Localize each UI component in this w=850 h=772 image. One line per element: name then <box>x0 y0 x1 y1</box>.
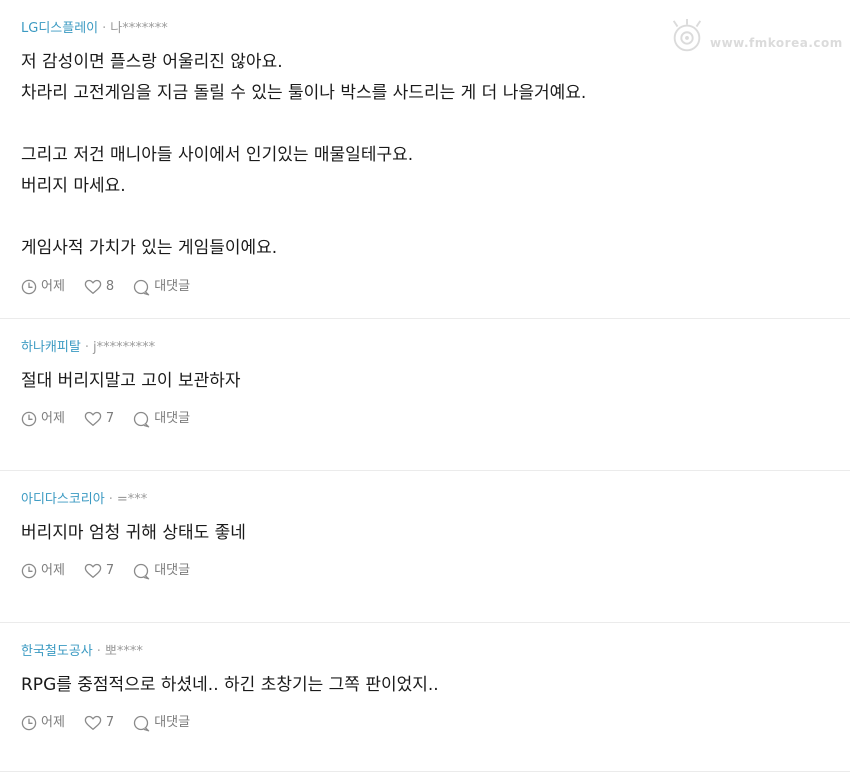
clock-icon <box>21 411 37 427</box>
clock-icon <box>21 279 37 295</box>
comment-actions: 어제 7 대댓글 <box>21 713 829 733</box>
meta-separator: · <box>102 21 107 36</box>
comment-text-line: 그리고 저건 매니아들 사이에서 인기있는 매물일테구요. <box>21 145 414 165</box>
heart-icon <box>84 715 102 730</box>
time-label: 어제 <box>41 279 65 294</box>
like-count: 7 <box>105 715 115 730</box>
comment-item: 하나캐피탈 · j********* 절대 버리지말고 고이 보관하자어제 7 대댓글 <box>0 319 850 471</box>
author-company-link[interactable]: 아디다스코리아 <box>21 492 105 507</box>
speech-bubble-icon <box>134 279 150 295</box>
reply-label: 대댓글 <box>154 715 191 730</box>
author-nickname: 나******* <box>110 21 168 36</box>
comment-body: 절대 버리지말고 고이 보관하자 <box>21 366 829 397</box>
comment-blank-line <box>21 202 829 233</box>
comment-text-line: 게임사적 가치가 있는 게임들이에요. <box>21 238 278 258</box>
author-nickname: 뽀**** <box>104 644 143 659</box>
comment-meta: 아디다스코리아 · =*** <box>21 491 829 509</box>
reply-label: 대댓글 <box>154 411 191 426</box>
heart-icon <box>84 411 102 426</box>
reply-button[interactable]: 대댓글 <box>133 561 190 581</box>
reply-button[interactable]: 대댓글 <box>133 409 190 429</box>
comment-meta: 한국철도공사 · 뽀**** <box>21 643 829 661</box>
like-button[interactable]: 8 <box>84 277 114 297</box>
comment-meta: 하나캐피탈 · j********* <box>21 339 829 357</box>
comment-item: 아디다스코리아 · =*** 버리지마 엄청 귀해 상태도 좋네어제 7 대댓글 <box>0 471 850 623</box>
author-company-link[interactable]: 하나캐피탈 <box>21 340 81 355</box>
author-company-link[interactable]: LG디스플레이 <box>21 21 98 36</box>
meta-separator: · <box>96 644 101 659</box>
comment-time: 어제 <box>21 561 65 581</box>
comment-text-line: 차라리 고전게임을 지금 돌릴 수 있는 툴이나 박스를 사드리는 게 더 나을… <box>21 83 587 103</box>
heart-icon <box>84 563 102 578</box>
comment-text-line: 버리지마 엄청 귀해 상태도 좋네 <box>21 523 246 543</box>
like-button[interactable]: 7 <box>84 713 114 733</box>
heart-icon <box>84 279 102 294</box>
reply-label: 대댓글 <box>154 563 191 578</box>
meta-separator: · <box>84 340 89 355</box>
reply-label: 대댓글 <box>154 279 191 294</box>
like-button[interactable]: 7 <box>84 561 114 581</box>
watermark-text: www.fmkorea.com <box>710 36 843 50</box>
speech-bubble-icon <box>134 411 150 427</box>
author-nickname: =*** <box>116 492 148 507</box>
comment-actions: 어제 7 대댓글 <box>21 561 829 581</box>
clock-icon <box>21 563 37 579</box>
time-label: 어제 <box>41 411 65 426</box>
comment-body: 저 감성이면 플스랑 어울리진 않아요. 차라리 고전게임을 지금 돌릴 수 있는… <box>21 47 829 264</box>
comment-time: 어제 <box>21 277 65 297</box>
speech-bubble-icon <box>134 563 150 579</box>
watermark-logo-icon <box>672 18 702 52</box>
like-button[interactable]: 7 <box>84 409 114 429</box>
like-count: 7 <box>105 411 115 426</box>
comment-item: 한국철도공사 · 뽀**** RPG를 중점적으로 하셨네.. 하긴 초창기는 그쪽 … <box>0 623 850 772</box>
comment-text-line: 절대 버리지말고 고이 보관하자 <box>21 371 241 391</box>
comment-list: LG디스플레이 · 나******* 저 감성이면 플스랑 어울리진 않아요. 차라리 … <box>0 0 850 772</box>
clock-icon <box>21 715 37 731</box>
site-watermark: www.fmkorea.com <box>668 12 844 62</box>
comment-actions: 어제 7 대댓글 <box>21 409 829 429</box>
time-label: 어제 <box>41 563 65 578</box>
author-nickname: j********* <box>92 340 156 355</box>
time-label: 어제 <box>41 715 65 730</box>
comment-text-line: 버리지 마세요. <box>21 176 126 196</box>
comment-time: 어제 <box>21 409 65 429</box>
comment-body: 버리지마 엄청 귀해 상태도 좋네 <box>21 518 829 549</box>
comment-time: 어제 <box>21 713 65 733</box>
like-count: 7 <box>105 563 115 578</box>
meta-separator: · <box>108 492 113 507</box>
author-company-link[interactable]: 한국철도공사 <box>21 644 93 659</box>
comment-text-line: RPG를 중점적으로 하셨네.. 하긴 초창기는 그쪽 판이었지.. <box>21 675 439 695</box>
comment-body: RPG를 중점적으로 하셨네.. 하긴 초창기는 그쪽 판이었지.. <box>21 670 829 701</box>
reply-button[interactable]: 대댓글 <box>133 713 190 733</box>
like-count: 8 <box>105 279 115 294</box>
comment-actions: 어제 8 대댓글 <box>21 277 829 297</box>
speech-bubble-icon <box>134 715 150 731</box>
comment-blank-line <box>21 109 829 140</box>
reply-button[interactable]: 대댓글 <box>133 277 190 297</box>
